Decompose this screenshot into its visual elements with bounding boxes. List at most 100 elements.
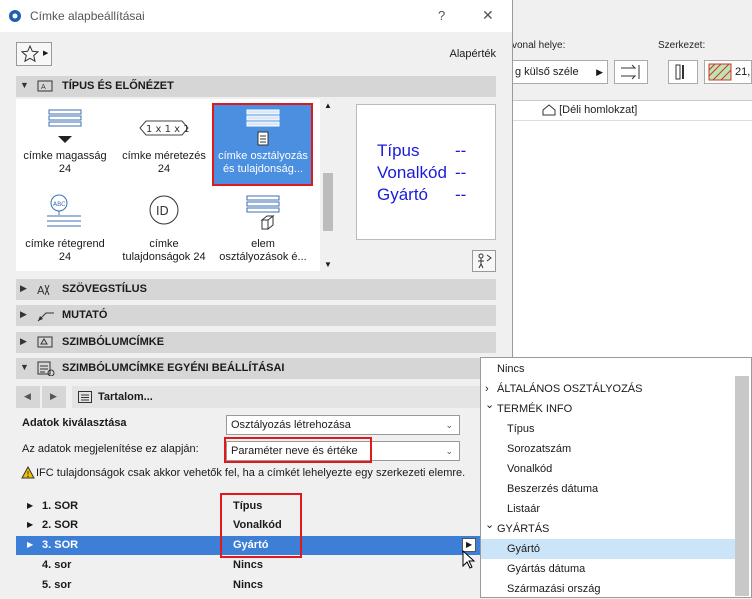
data-selection-label: Adatok kiválasztása xyxy=(22,417,127,429)
section-text-style[interactable]: ▶ A SZÖVEGSTÍLUS xyxy=(16,279,496,300)
popup-item-label: Listaár xyxy=(507,503,541,515)
chevron-down-icon: ⌄ xyxy=(445,446,453,456)
close-button[interactable]: ✕ xyxy=(482,7,494,24)
structure-button[interactable] xyxy=(668,60,698,84)
scroll-thumb[interactable] xyxy=(323,173,333,231)
popup-scrollbar[interactable] xyxy=(735,376,749,596)
section-type-preview[interactable]: ▼ A TÍPUS ÉS ELŐNÉZET xyxy=(16,76,496,97)
row-label: 4. sor xyxy=(42,559,72,571)
flip-arrows-icon xyxy=(621,64,640,80)
line-flip-button[interactable] xyxy=(614,60,648,84)
row-label: 3. SOR xyxy=(42,539,79,551)
symbol-label-icon xyxy=(37,336,53,348)
gallery-selection-annotation xyxy=(212,103,313,186)
gallery-item-layer-label[interactable]: ABC címke rétegrend 24 xyxy=(15,194,115,264)
gallery-item-label: címke méretezés 24 xyxy=(122,150,206,175)
scroll-up-icon[interactable]: ▲ xyxy=(324,101,332,110)
popup-item-manufacture-date[interactable]: Gyártás dátuma xyxy=(481,559,735,579)
section-symbol-label[interactable]: ▶ SZIMBÓLUMCÍMKE xyxy=(16,332,496,353)
expand-icon[interactable]: ▶ xyxy=(27,501,33,510)
popup-item-serial-number[interactable]: Sorozatszám xyxy=(481,439,735,459)
section-title: MUTATÓ xyxy=(62,309,108,321)
preview-line-3: Gyártó xyxy=(377,185,429,204)
element-classification-icon xyxy=(246,195,280,231)
popup-item-country-of-origin[interactable]: Származási ország xyxy=(481,579,735,599)
popup-item-none[interactable]: Nincs xyxy=(481,359,735,379)
data-selection-select[interactable]: Osztályozás létrehozása ⌄ xyxy=(226,415,460,435)
chevron-right-icon: ▶ xyxy=(20,309,27,319)
rows-values-annotation xyxy=(220,493,302,558)
section-pointer[interactable]: ▶ MUTATÓ xyxy=(16,305,496,326)
chevron-right-icon: ▶ xyxy=(20,336,27,346)
line-position-label: vonal helye: xyxy=(512,40,566,51)
help-button[interactable]: ? xyxy=(438,8,445,23)
display-basis-annotation xyxy=(224,437,372,463)
preview-dash-3: -- xyxy=(455,185,467,204)
label-type-icon: A xyxy=(37,80,53,92)
property-popup-list: Nincs › ÁLTALÁNOS OSZTÁLYOZÁS ⌄ TERMÉK INF… xyxy=(480,357,752,598)
scroll-down-icon[interactable]: ▼ xyxy=(324,260,332,269)
popup-item-type[interactable]: Típus xyxy=(481,419,735,439)
tab-divider xyxy=(512,120,752,121)
chevron-down-icon: ⌄ xyxy=(485,519,495,531)
chevron-right-icon: ▶ xyxy=(20,283,27,293)
popup-item-label: Gyártó xyxy=(507,543,541,555)
popup-item-barcode[interactable]: Vonalkód xyxy=(481,459,735,479)
section-symbol-label-custom[interactable]: ▼ SZIMBÓLUMCÍMKE EGYÉNI BEÁLLÍTÁSAI xyxy=(16,358,496,379)
app-logo-icon xyxy=(9,10,21,22)
content-menu-label: Tartalom... xyxy=(98,391,153,403)
dialog-title: Címke alapbeállításai xyxy=(30,9,145,23)
gallery-item-label: címke magasság 24 xyxy=(23,150,107,175)
table-row[interactable]: 5. sor Nincs xyxy=(16,576,496,595)
gallery-item-label: címke rétegrend 24 xyxy=(25,238,105,263)
popup-group-product-info[interactable]: ⌄ TERMÉK INFO xyxy=(481,399,735,419)
dialog-titlebar: Címke alapbeállításai ? ✕ xyxy=(0,0,512,32)
arrow-left-icon: ◀ xyxy=(24,391,31,401)
caret-right-icon: ▶ xyxy=(466,540,473,549)
preview-line-1: Típus xyxy=(377,141,420,160)
row-label: 1. SOR xyxy=(42,500,79,512)
expand-icon[interactable]: ▶ xyxy=(27,540,33,549)
chevron-down-icon: ⌄ xyxy=(445,420,453,430)
nav-back-button[interactable]: ◀ xyxy=(16,386,40,408)
row-value: Nincs xyxy=(233,579,263,591)
gallery-scrollbar[interactable]: ▲ ▼ xyxy=(320,99,336,271)
display-basis-label: Az adatok megjelenítése ez alapján: xyxy=(22,443,199,455)
popup-item-list-price[interactable]: Listaár xyxy=(481,499,735,519)
height-label-icon xyxy=(48,109,82,143)
favorites-button[interactable]: ▶ xyxy=(16,42,52,66)
custom-settings-icon xyxy=(37,361,55,376)
preview-orientation-button[interactable] xyxy=(472,250,496,272)
section-title: SZIMBÓLUMCÍMKE xyxy=(62,336,165,348)
gallery-item-height-label[interactable]: címke magasság 24 xyxy=(15,108,115,176)
expand-icon[interactable]: ▶ xyxy=(27,520,33,529)
caret-right-icon: ▶ xyxy=(43,50,49,57)
gallery-item-element-classifications[interactable]: elem osztályozások é... xyxy=(213,194,313,264)
view-tab-south-elevation[interactable]: [Déli homlokzat] xyxy=(542,104,637,116)
row-value: Nincs xyxy=(233,559,263,571)
gallery-item-label: elem osztályozások é... xyxy=(219,238,307,263)
data-selection-value: Osztályozás létrehozása xyxy=(231,419,351,431)
popup-group-general-classification[interactable]: › ÁLTALÁNOS OSZTÁLYOZÁS xyxy=(481,379,735,399)
default-label: Alapérték xyxy=(449,48,496,60)
person-rotate-icon xyxy=(478,253,492,269)
preview-dash-2: -- xyxy=(455,163,467,182)
popup-group-manufacturing[interactable]: ⌄ GYÁRTÁS xyxy=(481,519,735,539)
svg-text:1 x 1 x 1: 1 x 1 x 1 xyxy=(146,124,190,135)
pointer-leader-icon xyxy=(37,312,54,322)
structure-value: 21, xyxy=(735,66,751,78)
nav-forward-button[interactable]: ▶ xyxy=(42,386,66,408)
gallery-item-properties-label[interactable]: ID címke tulajdonságok 24 xyxy=(114,194,214,264)
structure-composite-select[interactable]: 21, xyxy=(704,60,752,84)
table-row[interactable]: 4. sor Nincs xyxy=(16,556,496,575)
popup-item-purchase-date[interactable]: Beszerzés dátuma xyxy=(481,479,735,499)
content-menu-button[interactable]: Tartalom... xyxy=(72,386,496,408)
popup-item-label: Sorozatszám xyxy=(507,443,572,455)
popup-item-manufacturer[interactable]: Gyártó xyxy=(481,539,735,559)
gallery-item-dimension-label[interactable]: 1 x 1 x 1 címke méretezés 24 xyxy=(114,108,214,176)
id-label-icon: ID xyxy=(149,195,179,225)
popup-item-label: Beszerzés dátuma xyxy=(507,483,599,495)
structure-label: Szerkezet: xyxy=(658,40,706,51)
line-position-select[interactable]: g külső széle ▶ xyxy=(510,60,608,84)
warning-icon xyxy=(21,466,35,479)
